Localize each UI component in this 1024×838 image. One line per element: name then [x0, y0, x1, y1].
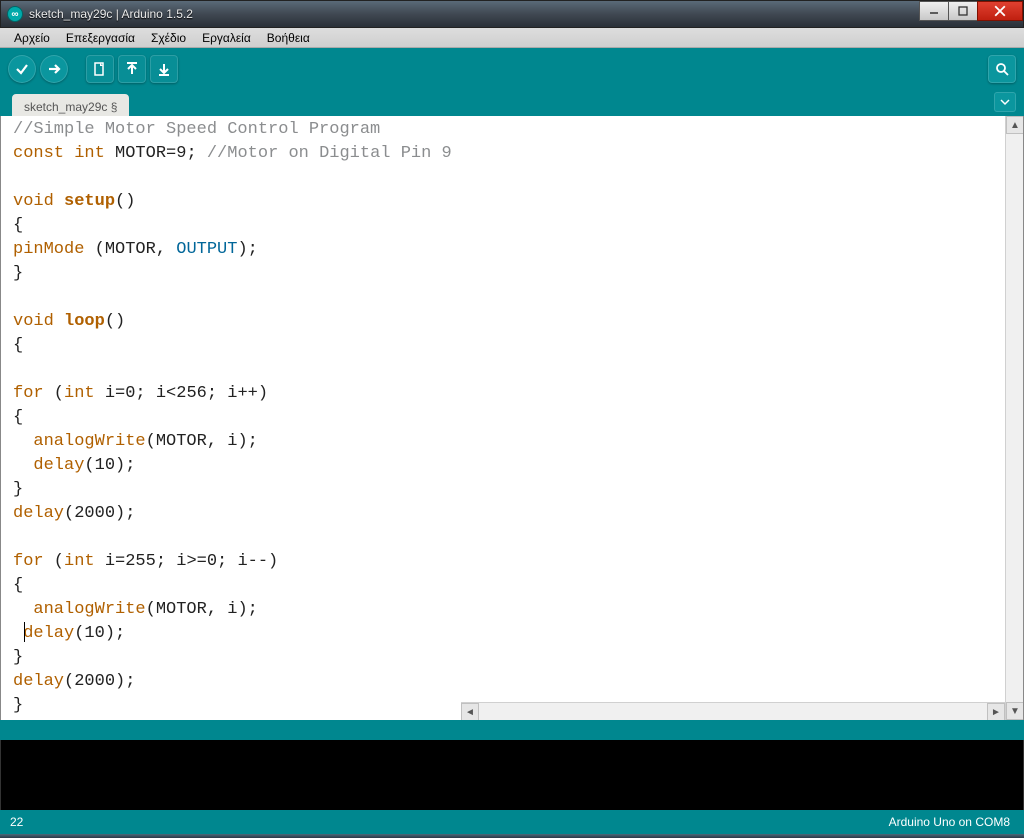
serial-monitor-button[interactable] — [988, 55, 1016, 83]
minimize-button[interactable] — [919, 1, 949, 21]
toolbar — [0, 48, 1024, 90]
menu-bar: Αρχείο Επεξεργασία Σχέδιο Εργαλεία Βοήθε… — [0, 28, 1024, 48]
status-board-port: Arduino Uno on COM8 — [889, 815, 1010, 829]
vertical-scrollbar[interactable]: ▲ ▼ — [1005, 116, 1023, 720]
sketch-tab-label: sketch_may29c § — [24, 100, 117, 114]
menu-tools[interactable]: Εργαλεία — [194, 29, 259, 47]
message-bar — [0, 720, 1024, 740]
status-line-number: 22 — [10, 815, 23, 829]
window-frame-bottom — [0, 834, 1024, 838]
arduino-app-icon: ∞ — [7, 6, 23, 22]
scroll-right-icon[interactable]: ► — [987, 703, 1005, 720]
scroll-down-icon[interactable]: ▼ — [1006, 702, 1024, 720]
close-button[interactable] — [977, 1, 1023, 21]
verify-button[interactable] — [8, 55, 36, 83]
sketch-tab[interactable]: sketch_may29c § — [12, 94, 129, 116]
window-title: sketch_may29c | Arduino 1.5.2 — [29, 7, 193, 21]
window-titlebar: ∞ sketch_may29c | Arduino 1.5.2 — [0, 0, 1024, 28]
scroll-left-icon[interactable]: ◄ — [461, 703, 479, 720]
save-button[interactable] — [150, 55, 178, 83]
menu-sketch[interactable]: Σχέδιο — [143, 29, 194, 47]
horizontal-scrollbar[interactable]: ◄ ► — [461, 702, 1005, 720]
menu-file[interactable]: Αρχείο — [6, 29, 58, 47]
open-button[interactable] — [118, 55, 146, 83]
new-button[interactable] — [86, 55, 114, 83]
menu-edit[interactable]: Επεξεργασία — [58, 29, 143, 47]
menu-help[interactable]: Βοήθεια — [259, 29, 318, 47]
upload-button[interactable] — [40, 55, 68, 83]
scroll-up-icon[interactable]: ▲ — [1006, 116, 1024, 134]
code-content: //Simple Motor Speed Control Program con… — [1, 116, 1023, 720]
code-editor[interactable]: //Simple Motor Speed Control Program con… — [0, 116, 1024, 720]
tab-bar: sketch_may29c § — [0, 90, 1024, 116]
output-console[interactable] — [0, 740, 1024, 810]
text-cursor — [24, 622, 25, 642]
tab-menu-button[interactable] — [994, 92, 1016, 112]
status-bar: 22 Arduino Uno on COM8 — [0, 810, 1024, 834]
maximize-button[interactable] — [948, 1, 978, 21]
window-controls — [920, 1, 1023, 21]
